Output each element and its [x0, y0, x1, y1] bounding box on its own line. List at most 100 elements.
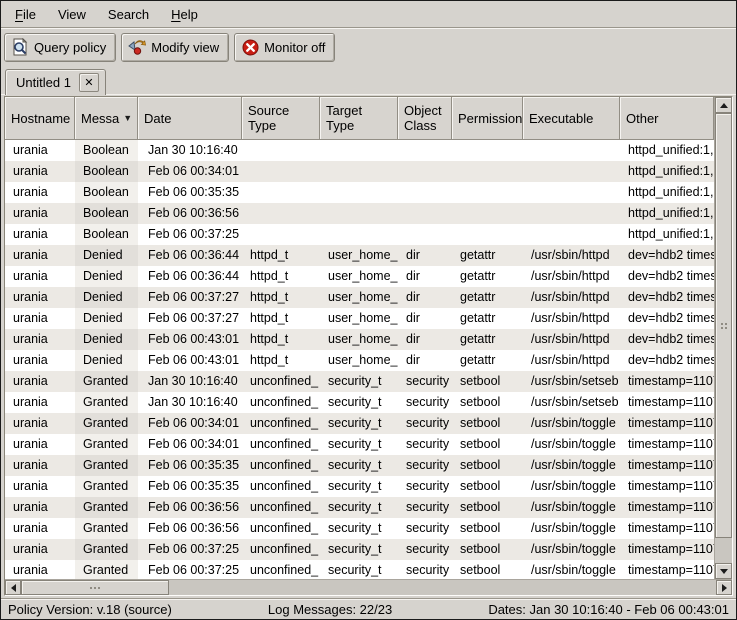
table-row[interactable]: uraniaGrantedJan 30 10:16:40unconfined_s…: [5, 392, 714, 413]
cell-executable: /usr/sbin/toggle: [523, 476, 620, 497]
vertical-scrollbar-thumb[interactable]: [715, 113, 732, 538]
cell-permission: setbool: [452, 434, 523, 455]
cell-other: timestamp=11076: [620, 476, 714, 497]
cell-executable: /usr/sbin/httpd: [523, 287, 620, 308]
cell-hostname: urania: [5, 203, 75, 224]
column-header-object_class[interactable]: Object Class: [398, 97, 452, 140]
table-row[interactable]: uraniaBooleanFeb 06 00:34:01httpd_unifie…: [5, 161, 714, 182]
scroll-left-icon[interactable]: [5, 580, 21, 595]
column-header-hostname[interactable]: Hostname: [5, 97, 75, 140]
sort-desc-icon: ▼: [119, 111, 132, 126]
cell-hostname: urania: [5, 140, 75, 161]
cell-other: dev=hdb2 timesta: [620, 350, 714, 371]
cell-executable: /usr/sbin/toggle: [523, 455, 620, 476]
column-header-permission[interactable]: Permission: [452, 97, 523, 140]
menu-item-view[interactable]: View: [50, 4, 94, 25]
log-message-table: HostnameMessa▼DateSource TypeTarget Type…: [4, 96, 733, 596]
cell-hostname: urania: [5, 161, 75, 182]
horizontal-scrollbar-track[interactable]: [169, 580, 716, 595]
scroll-right-icon[interactable]: [716, 580, 732, 595]
cell-executable: /usr/sbin/setseb: [523, 392, 620, 413]
table-row[interactable]: uraniaGrantedFeb 06 00:34:01unconfined_s…: [5, 434, 714, 455]
cell-permission: setbool: [452, 539, 523, 560]
column-header-message[interactable]: Messa▼: [75, 97, 138, 140]
column-header-other[interactable]: Other: [620, 97, 714, 140]
cell-date: Feb 06 00:36:44: [138, 245, 242, 266]
cell-permission: getattr: [452, 245, 523, 266]
table-row[interactable]: uraniaGrantedFeb 06 00:35:35unconfined_s…: [5, 476, 714, 497]
column-header-label: Target Type: [326, 103, 362, 133]
table-row[interactable]: uraniaBooleanFeb 06 00:37:25httpd_unifie…: [5, 224, 714, 245]
table-row[interactable]: uraniaBooleanFeb 06 00:35:35httpd_unifie…: [5, 182, 714, 203]
cell-date: Feb 06 00:35:35: [138, 455, 242, 476]
cell-other: dev=hdb2 timesta: [620, 329, 714, 350]
column-header-date[interactable]: Date: [138, 97, 242, 140]
toolbar: Query policy Modify view Monitor off: [1, 28, 736, 66]
table-row[interactable]: uraniaDeniedFeb 06 00:37:27httpd_tuser_h…: [5, 287, 714, 308]
column-header-source_type[interactable]: Source Type: [242, 97, 320, 140]
cell-source_type: httpd_t: [242, 350, 320, 371]
cell-other: timestamp=11076: [620, 434, 714, 455]
cell-other: timestamp=11076: [620, 560, 714, 579]
menu-item-file[interactable]: File: [7, 4, 44, 25]
cell-executable: [523, 161, 620, 182]
cell-date: Feb 06 00:37:25: [138, 224, 242, 245]
table-row[interactable]: uraniaGrantedFeb 06 00:35:35unconfined_s…: [5, 455, 714, 476]
cell-executable: /usr/sbin/toggle: [523, 497, 620, 518]
cell-message: Denied: [75, 308, 138, 329]
cell-object_class: security: [398, 476, 452, 497]
modify-shapes-icon: [128, 38, 146, 56]
table-row[interactable]: uraniaBooleanFeb 06 00:36:56httpd_unifie…: [5, 203, 714, 224]
cell-date: Feb 06 00:36:56: [138, 497, 242, 518]
scroll-up-icon[interactable]: [715, 97, 732, 113]
cell-message: Denied: [75, 245, 138, 266]
table-row[interactable]: uraniaDeniedFeb 06 00:43:01httpd_tuser_h…: [5, 329, 714, 350]
cell-other: timestamp=11076: [620, 518, 714, 539]
status-bar: Policy Version: v.18 (source) Log Messag…: [1, 598, 736, 619]
table-row[interactable]: uraniaBooleanJan 30 10:16:40httpd_unifie…: [5, 140, 714, 161]
cell-permission: getattr: [452, 266, 523, 287]
query-policy-button[interactable]: Query policy: [4, 33, 116, 62]
cell-permission: [452, 182, 523, 203]
menu-item-help[interactable]: Help: [163, 4, 206, 25]
cell-date: Feb 06 00:34:01: [138, 413, 242, 434]
vertical-scrollbar-track[interactable]: [715, 538, 732, 563]
scroll-down-icon[interactable]: [715, 563, 732, 579]
monitor-off-button[interactable]: Monitor off: [234, 33, 335, 62]
cell-source_type: httpd_t: [242, 287, 320, 308]
table-row[interactable]: uraniaDeniedFeb 06 00:36:44httpd_tuser_h…: [5, 266, 714, 287]
cell-permission: setbool: [452, 518, 523, 539]
cell-object_class: dir: [398, 245, 452, 266]
cell-message: Denied: [75, 266, 138, 287]
cell-other: timestamp=11071: [620, 392, 714, 413]
cell-date: Jan 30 10:16:40: [138, 392, 242, 413]
cell-target_type: user_home_: [320, 329, 398, 350]
column-header-executable[interactable]: Executable: [523, 97, 620, 140]
menu-item-search[interactable]: Search: [100, 4, 157, 25]
table-row[interactable]: uraniaGrantedFeb 06 00:37:25unconfined_s…: [5, 560, 714, 579]
cell-hostname: urania: [5, 182, 75, 203]
table-row[interactable]: uraniaDeniedFeb 06 00:43:01httpd_tuser_h…: [5, 350, 714, 371]
cell-permission: setbool: [452, 371, 523, 392]
table-row[interactable]: uraniaGrantedFeb 06 00:36:56unconfined_s…: [5, 518, 714, 539]
cell-target_type: [320, 203, 398, 224]
table-row[interactable]: uraniaGrantedFeb 06 00:37:25unconfined_s…: [5, 539, 714, 560]
tab-close-icon[interactable]: ✕: [79, 73, 99, 92]
cell-other: dev=hdb2 timesta: [620, 245, 714, 266]
cell-source_type: unconfined_: [242, 392, 320, 413]
modify-view-button[interactable]: Modify view: [121, 33, 229, 62]
cell-date: Feb 06 00:36:56: [138, 203, 242, 224]
table-row[interactable]: uraniaDeniedFeb 06 00:37:27httpd_tuser_h…: [5, 308, 714, 329]
table-row[interactable]: uraniaGrantedFeb 06 00:36:56unconfined_s…: [5, 497, 714, 518]
horizontal-scrollbar-thumb[interactable]: [21, 580, 169, 595]
table-row[interactable]: uraniaGrantedJan 30 10:16:40unconfined_s…: [5, 371, 714, 392]
table-row[interactable]: uraniaGrantedFeb 06 00:34:01unconfined_s…: [5, 413, 714, 434]
cell-permission: setbool: [452, 413, 523, 434]
cell-object_class: dir: [398, 266, 452, 287]
tab-untitled-1[interactable]: Untitled 1 ✕: [5, 69, 106, 95]
cell-hostname: urania: [5, 560, 75, 579]
table-row[interactable]: uraniaDeniedFeb 06 00:36:44httpd_tuser_h…: [5, 245, 714, 266]
cell-source_type: httpd_t: [242, 266, 320, 287]
column-header-target_type[interactable]: Target Type: [320, 97, 398, 140]
cell-other: httpd_unified:1, h: [620, 140, 714, 161]
